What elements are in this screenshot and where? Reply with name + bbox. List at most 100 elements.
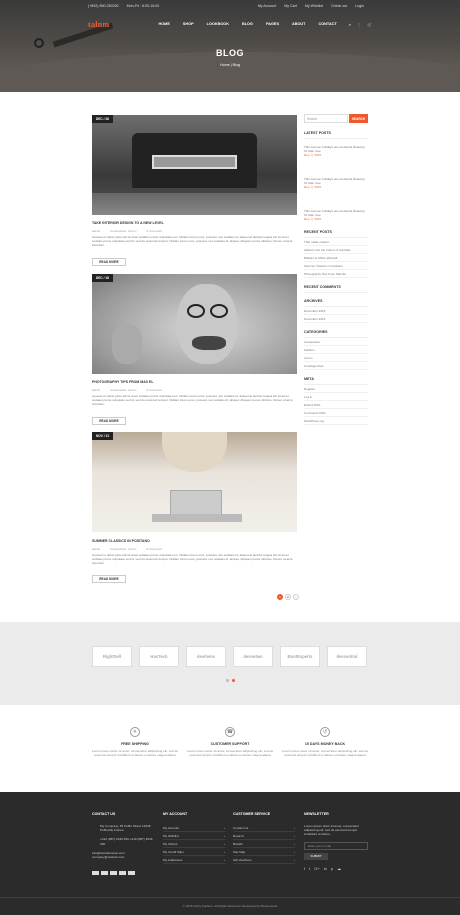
recent-post-link[interactable]: Bulletin at Office affects&	[304, 254, 368, 262]
post-title[interactable]: TAKE INTERIOR DESIGN TO A NEW LEVEL	[92, 221, 164, 225]
cloud-icon[interactable]: ☁	[337, 866, 341, 871]
top-bar: (+892) 850-250250 Mon-Fri : 8:00-16:00 M…	[0, 0, 460, 11]
page-1[interactable]: 1	[277, 594, 283, 600]
recent-post-link[interactable]: Photography Tips From Max Eu	[304, 270, 368, 278]
nav-home[interactable]: HOME	[158, 22, 169, 26]
recent-post-link[interactable]: Summer Classics in Positano	[304, 262, 368, 270]
meta-link[interactable]: WordPress.org	[304, 417, 368, 425]
latest-post-item[interactable]: This summer holidays are wonderful Relax…	[304, 145, 368, 167]
read-more-button[interactable]: READ MORE	[92, 258, 126, 266]
brand-logo[interactable]: HasTech	[139, 646, 179, 667]
recent-post-link[interactable]: That made modern	[304, 238, 368, 246]
newsletter-email-input[interactable]: Enter your e-mail	[304, 841, 368, 850]
contact-phones: +310 (987) 1646 350 +310 (987) 1646 350	[100, 837, 153, 846]
footer-link[interactable]: Returns ›	[233, 832, 295, 840]
post-categories[interactable]: Consectetur, Lorem	[110, 229, 136, 233]
carousel-dots	[226, 679, 235, 682]
brand-logo[interactable]: RightSell	[92, 646, 132, 667]
pinterest-icon[interactable]: p	[331, 866, 333, 871]
post-title[interactable]: SUMMER CLASSICS IN POSITANO	[92, 539, 150, 543]
post-title[interactable]: PHOTOGRAPHY TIPS FROM MAX EL	[92, 380, 154, 384]
post-comments[interactable]: 0 Comment	[146, 547, 162, 551]
footer-link[interactable]: My Account ›	[163, 824, 225, 832]
nav-pages[interactable]: PAGES	[266, 22, 279, 26]
wishlist-link[interactable]: My Wishlist	[305, 4, 323, 8]
category-link[interactable]: Lorem	[304, 354, 368, 362]
latest-post-item[interactable]: This summer holidays are wonderful Relax…	[304, 209, 368, 231]
archive-link[interactable]: December 2015	[304, 307, 368, 315]
meta-widget: META Register Log in Entries RSS Comment…	[304, 377, 368, 425]
site-logo[interactable]: talnm	[88, 20, 110, 29]
search-button[interactable]: SEARCH	[349, 114, 368, 123]
account-link[interactable]: My Account	[258, 4, 277, 8]
social-links: f t G+ in p ☁	[304, 866, 368, 871]
post-image[interactable]: DEC / 28	[92, 115, 297, 215]
footer-link[interactable]: Brands ›	[233, 840, 295, 848]
footer-link[interactable]: My Wishlist ›	[163, 832, 225, 840]
feature-customer-support: ☎ CUSTOMER SUPPORT Lorem ipsum dolor sit…	[186, 727, 274, 757]
post-comments[interactable]: 0 Comment	[146, 388, 162, 392]
nav-contact[interactable]: CONTACT	[318, 22, 336, 26]
footer-link[interactable]: Gift Vouchers ›	[233, 856, 295, 864]
brand-logo[interactable]: devitems	[186, 646, 226, 667]
nav-shop[interactable]: SHOP	[183, 22, 194, 26]
search-input[interactable]: Search	[304, 114, 348, 123]
read-more-button[interactable]: READ MORE	[92, 417, 126, 425]
category-link[interactable]: Consectetur	[304, 338, 368, 346]
twitter-icon[interactable]: t	[309, 866, 310, 871]
footer-link[interactable]: Contact Us ›	[233, 824, 295, 832]
widget-title: CATEGORIES	[304, 330, 368, 338]
footer-link[interactable]: Site Map ›	[233, 848, 295, 856]
post-image[interactable]: NOV / 21	[92, 432, 297, 532]
latest-post-item[interactable]: This summer holidays are wonderful Relax…	[304, 177, 368, 199]
visa-icon	[92, 871, 99, 876]
nav-blog[interactable]: BLOG	[242, 22, 253, 26]
nav-about[interactable]: ABOUT	[292, 22, 306, 26]
post-author[interactable]: admin	[92, 547, 100, 551]
post-author[interactable]: admin	[92, 388, 100, 392]
meta-link[interactable]: Log in	[304, 393, 368, 401]
archive-link[interactable]: November 2015	[304, 315, 368, 323]
carousel-dot-active[interactable]	[232, 679, 235, 682]
recent-post-link[interactable]: Alliance into the Future of Australia	[304, 246, 368, 254]
brand-logo[interactable]: devcentral	[327, 646, 367, 667]
glasses-right	[210, 304, 228, 318]
carousel-dot[interactable]	[226, 679, 229, 682]
brand-logo[interactable]: devnetwo	[233, 646, 273, 667]
footer-link[interactable]: My Credit Slips ›	[163, 848, 225, 856]
googleplus-icon[interactable]: G+	[314, 866, 319, 871]
post-categories[interactable]: Consectetur, Lorem	[110, 388, 136, 392]
menu-icon[interactable]: ⋮	[357, 22, 361, 27]
pagination: 1 2 ›	[277, 594, 299, 600]
widget-title: RECENT COMMENTS	[304, 285, 368, 293]
checkout-link[interactable]: Check out	[331, 4, 347, 8]
login-link[interactable]: Login	[355, 4, 364, 8]
post-categories[interactable]: Consectetur, Lorem	[110, 547, 136, 551]
footer-account: MY ACCOUNT My Account › My Wishlist › My O…	[163, 812, 225, 864]
post-author[interactable]: admin	[92, 229, 100, 233]
search-icon[interactable]: ⌕	[349, 22, 351, 27]
cart-link[interactable]: My Cart	[284, 4, 297, 8]
linkedin-icon[interactable]: in	[324, 866, 327, 871]
page-2[interactable]: 2	[285, 594, 291, 600]
next-page[interactable]: ›	[293, 594, 299, 600]
category-link[interactable]: Fashion	[304, 346, 368, 354]
category-link[interactable]: Uncategorized	[304, 362, 368, 370]
read-more-button[interactable]: READ MORE	[92, 575, 126, 583]
amex-icon	[110, 871, 117, 876]
newsletter-submit-button[interactable]: SUBMIT	[304, 852, 328, 860]
post-image[interactable]: DEC / 18	[92, 274, 297, 374]
nav-lookbook[interactable]: LOOKBOOK	[207, 22, 229, 26]
footer-link[interactable]: My Orders ›	[163, 840, 225, 848]
cart-icon[interactable]: 🛒	[367, 22, 372, 27]
post-date: DEC / 18	[92, 274, 113, 282]
brand-logo[interactable]: BootExperts	[280, 646, 320, 667]
meta-link[interactable]: Entries RSS	[304, 401, 368, 409]
meta-link[interactable]: Comments RSS	[304, 409, 368, 417]
mustache	[192, 336, 226, 350]
meta-link[interactable]: Register	[304, 385, 368, 393]
contact-email[interactable]: info@domainname.com company@outlook.com	[92, 851, 154, 859]
footer-link[interactable]: My Addresses ›	[163, 856, 225, 864]
post-comments[interactable]: 0 Comment	[146, 229, 162, 233]
facebook-icon[interactable]: f	[304, 866, 305, 871]
